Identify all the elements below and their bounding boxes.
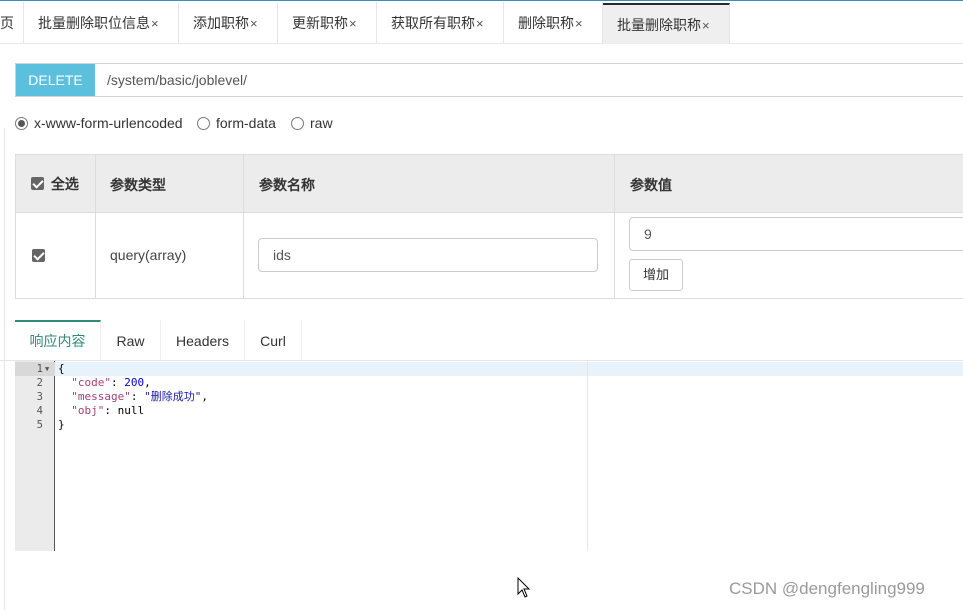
- param-type-cell: query(array): [110, 247, 187, 263]
- column-divider: [243, 155, 244, 298]
- json-sep: :: [130, 390, 145, 403]
- tab-batch-delete-position[interactable]: 批量删除职位信息×: [24, 2, 179, 44]
- json-comma: ,: [201, 390, 208, 403]
- close-icon[interactable]: ×: [702, 18, 710, 33]
- select-all-label: 全选: [50, 176, 79, 192]
- line-number: 1: [36, 363, 43, 375]
- close-icon[interactable]: ×: [349, 16, 357, 31]
- param-value-input[interactable]: 9: [629, 217, 963, 251]
- active-line-highlight: [55, 362, 963, 376]
- line-number: 2: [36, 377, 43, 389]
- header-param-type: 参数类型: [110, 177, 166, 193]
- json-key: "code": [71, 376, 111, 389]
- radio-label: raw: [310, 115, 333, 131]
- column-divider: [614, 155, 615, 298]
- line-number: 3: [36, 391, 43, 403]
- tab-update-joblevel[interactable]: 更新职称×: [278, 2, 377, 44]
- tab-label: 批量删除职称: [617, 17, 701, 33]
- add-value-button[interactable]: 增加: [629, 259, 683, 291]
- header-param-value: 参数值: [630, 177, 672, 193]
- close-icon[interactable]: ×: [151, 16, 159, 31]
- radio-form-data[interactable]: form-data: [197, 112, 276, 134]
- json-brace: {: [58, 362, 65, 375]
- json-sep: :: [104, 404, 118, 417]
- params-table: 全选 参数类型 参数名称 参数值 query(array) ids 9 增加: [15, 154, 963, 299]
- response-code-editor[interactable]: 1 ▼ 2 3 4 5 { "code": 200, "message": "删…: [15, 361, 963, 551]
- response-tabs: 响应内容 Raw Headers Curl: [15, 320, 302, 361]
- json-null: null: [117, 404, 145, 417]
- line-number: 4: [36, 405, 43, 417]
- code-line: "code": 200,: [58, 376, 151, 390]
- header-param-name: 参数名称: [259, 177, 315, 193]
- json-key: "obj": [71, 404, 105, 417]
- print-margin: [587, 361, 588, 551]
- tab-label: 页: [0, 15, 14, 31]
- tab-label: 更新职称: [292, 15, 348, 31]
- radio-icon[interactable]: [197, 117, 210, 130]
- tab-get-all-joblevels[interactable]: 获取所有职称×: [377, 2, 504, 44]
- tab-raw[interactable]: Raw: [101, 320, 161, 361]
- json-key: "message": [71, 390, 131, 403]
- json-brace: }: [58, 418, 65, 431]
- tab-home[interactable]: 页: [0, 2, 24, 44]
- code-line: }: [58, 418, 65, 432]
- radio-label: x-www-form-urlencoded: [34, 115, 183, 131]
- radio-x-www-form-urlencoded[interactable]: x-www-form-urlencoded: [15, 112, 183, 134]
- request-url-bar: DELETE /system/basic/joblevel/: [15, 63, 963, 97]
- json-string: "删除成功": [144, 390, 202, 403]
- close-icon[interactable]: ×: [250, 16, 258, 31]
- param-name-input[interactable]: ids: [258, 238, 598, 272]
- column-divider: [95, 155, 96, 298]
- http-method-badge[interactable]: DELETE: [16, 64, 95, 96]
- tab-curl[interactable]: Curl: [245, 320, 302, 361]
- request-url-input[interactable]: /system/basic/joblevel/: [107, 64, 247, 96]
- radio-icon[interactable]: [291, 117, 304, 130]
- json-number: 200: [124, 376, 145, 389]
- fold-arrow-icon[interactable]: ▼: [45, 363, 49, 375]
- tab-label: 添加职称: [193, 15, 249, 31]
- mouse-cursor-icon: [517, 577, 531, 598]
- tab-bar: 页 批量删除职位信息× 添加职称× 更新职称× 获取所有职称× 删除职称× 批量…: [0, 0, 963, 44]
- tab-response-content[interactable]: 响应内容: [15, 320, 101, 361]
- tab-headers[interactable]: Headers: [161, 320, 245, 361]
- left-divider: [4, 128, 5, 610]
- close-icon[interactable]: ×: [476, 16, 484, 31]
- checkbox-icon[interactable]: [31, 177, 44, 190]
- row-checkbox-icon[interactable]: [32, 249, 45, 262]
- radio-icon[interactable]: [15, 117, 28, 130]
- tab-label: 获取所有职称: [391, 15, 475, 31]
- watermark: CSDN @dengfengling999: [729, 579, 925, 598]
- tab-label: 批量删除职位信息: [38, 15, 150, 31]
- tab-batch-delete-joblevel[interactable]: 批量删除职称×: [603, 3, 730, 44]
- tab-delete-joblevel[interactable]: 删除职称×: [504, 2, 603, 44]
- radio-label: form-data: [216, 115, 276, 131]
- json-sep: :: [111, 376, 125, 389]
- select-all-header[interactable]: 全选: [31, 174, 79, 194]
- line-number: 5: [36, 419, 43, 431]
- json-comma: ,: [144, 376, 151, 389]
- code-line: {: [58, 362, 65, 376]
- tab-add-joblevel[interactable]: 添加职称×: [179, 2, 278, 44]
- code-line: "message": "删除成功",: [58, 390, 208, 404]
- tab-label: 删除职称: [518, 15, 574, 31]
- close-icon[interactable]: ×: [575, 16, 583, 31]
- radio-raw[interactable]: raw: [291, 112, 333, 134]
- code-line: "obj": null: [58, 404, 144, 418]
